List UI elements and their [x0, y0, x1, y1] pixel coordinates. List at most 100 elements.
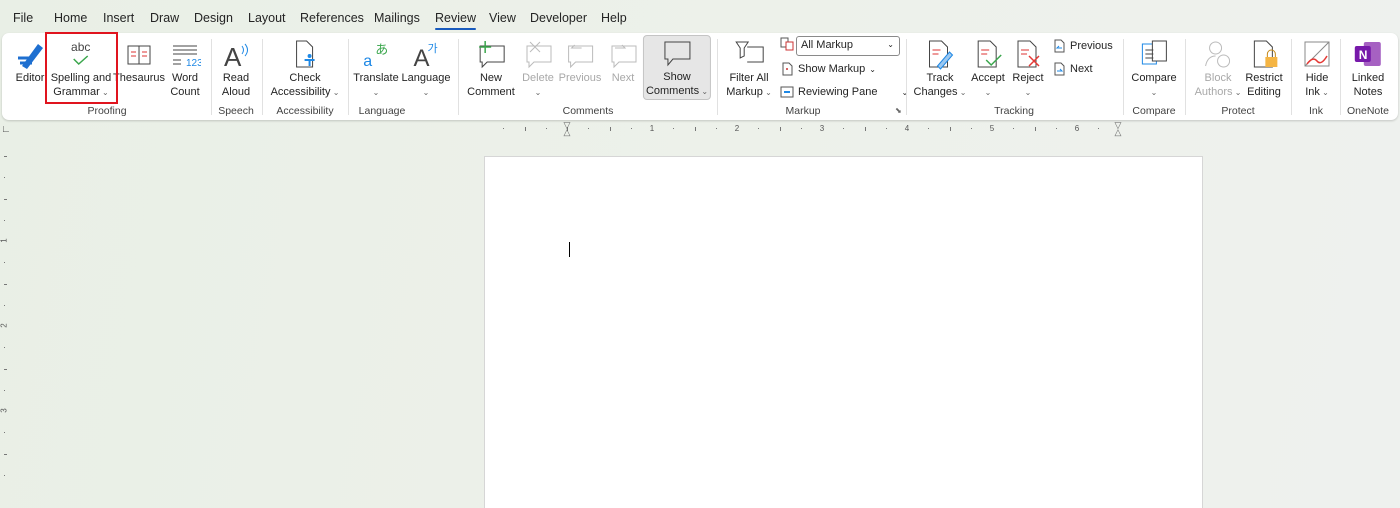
thesaurus-button[interactable]: Thesaurus — [113, 37, 165, 85]
button-label: Compare — [1131, 72, 1177, 84]
button-label: Language — [401, 72, 451, 84]
tab-stop-selector[interactable]: ∟ — [1, 124, 11, 135]
block-button[interactable]: Block Authors ⌄ — [1195, 37, 1242, 100]
group-label-accessibility: Accessibility — [276, 105, 334, 117]
button-label: Hide — [1305, 72, 1329, 84]
ruler-number: 1 — [0, 238, 9, 243]
button-label: Thesaurus — [113, 72, 165, 84]
restrict-button[interactable]: Restrict Editing — [1245, 37, 1283, 99]
button-label-text: Comments — [645, 85, 700, 97]
button-label: Accept — [971, 72, 1005, 84]
next-button[interactable]: Next — [607, 37, 639, 85]
accept-button[interactable]: Accept ⌄ — [971, 37, 1005, 100]
display-for-review-select[interactable]: All Markup ⌄ — [796, 36, 900, 56]
tab-references[interactable]: References — [300, 11, 364, 25]
language-button[interactable]: A 가 Language ⌄ — [402, 37, 451, 100]
ruler-tick — [800, 128, 802, 129]
ruler-tick — [4, 262, 5, 264]
button-label-line2: ⌄ — [522, 85, 554, 100]
markup-dialog-launcher[interactable]: ⬊ — [895, 106, 902, 115]
chevron-down-icon: ⌄ — [957, 88, 967, 97]
ruler-tick — [1013, 128, 1015, 129]
track-button[interactable]: Track Changes ⌄ — [913, 37, 967, 100]
group-divider — [1123, 39, 1124, 115]
linked-button[interactable]: N Linked Notes — [1352, 37, 1384, 99]
chevron-down-icon: ⌄ — [901, 87, 909, 97]
show-markup-button[interactable]: Show Markup ⌄ — [780, 62, 876, 76]
reject-button[interactable]: Reject ⌄ — [1012, 37, 1044, 100]
button-label-text: Editing — [1247, 86, 1281, 98]
tab-home[interactable]: Home — [54, 11, 87, 25]
translate-button[interactable]: a あ Translate ⌄ — [353, 37, 398, 100]
reviewing-pane-button[interactable]: Reviewing Pane ⌄ — [780, 85, 908, 99]
editor-button[interactable]: Editor — [14, 37, 46, 85]
ruler-tick — [588, 128, 590, 129]
chevron-down-icon: ⌄ — [1232, 88, 1242, 97]
hide-button[interactable]: Hide Ink ⌄ — [1301, 37, 1333, 100]
ruler-tick — [4, 177, 5, 179]
button-label: Block — [1204, 72, 1232, 84]
tab-help[interactable]: Help — [601, 11, 627, 25]
button-label-line2: Authors ⌄ — [1195, 85, 1242, 100]
ruler-tick — [715, 128, 717, 129]
ruler-tick — [843, 128, 845, 129]
tab-view[interactable]: View — [489, 11, 516, 25]
ruler-tick — [4, 368, 7, 370]
right-indent-marker[interactable]: ▽ △ — [1113, 121, 1123, 137]
compare-icon — [1131, 37, 1176, 71]
ruler-number: 3 — [0, 408, 9, 413]
button-label: Show — [663, 71, 691, 83]
button-label-text: Changes — [913, 86, 958, 98]
ribbon: All Markup ⌄ Show Markup ⌄ Reviewing Pane ⌄… — [2, 33, 1398, 120]
ruler-tick — [545, 128, 547, 129]
button-label-line2: Accessibility ⌄ — [271, 85, 340, 100]
tab-review[interactable]: Review — [435, 11, 476, 30]
next-change-label: Next — [1070, 63, 1093, 75]
tab-draw[interactable]: Draw — [150, 11, 179, 25]
chevron-down-icon: ⌄ — [534, 88, 542, 97]
button-label: Word — [171, 72, 199, 84]
vertical-ruler[interactable]: 1 2 3 — [0, 140, 10, 508]
translate-icon: aあ — [353, 37, 398, 71]
filter-all-button[interactable]: Filter All Markup ⌄ — [726, 37, 772, 100]
group-label-speech: Speech — [218, 105, 254, 117]
next-change-button[interactable]: Next — [1052, 62, 1093, 76]
compare-button[interactable]: Compare ⌄ — [1131, 37, 1177, 100]
read-button[interactable]: A Read Aloud — [220, 37, 252, 99]
tab-design[interactable]: Design — [194, 11, 233, 25]
tab-mailings[interactable]: Mailings — [374, 11, 420, 25]
chevron-down-icon: ⌄ — [984, 88, 992, 97]
ruler-tick — [4, 304, 5, 306]
ruler-tick — [4, 453, 7, 455]
tab-developer[interactable]: Developer — [530, 11, 587, 25]
delete-button[interactable]: Delete ⌄ — [522, 37, 554, 100]
previous-button[interactable]: Previous — [559, 37, 601, 85]
group-label-comments: Comments — [562, 105, 614, 117]
editor-pen-icon — [14, 37, 46, 71]
ruler-number: 5 — [989, 124, 995, 133]
ruler-tick — [970, 128, 972, 129]
button-label: Check — [289, 72, 321, 84]
document-page[interactable] — [484, 156, 1203, 508]
markup-view-icon — [780, 37, 794, 51]
button-label-text: Comment — [467, 86, 515, 98]
horizontal-ruler[interactable]: 1 2 3 4 5 6 ▽ △ ▽ △ — [484, 121, 1203, 137]
text-cursor — [569, 242, 570, 257]
button-label: Delete — [522, 72, 554, 84]
chevron-down-icon: ⌄ — [762, 88, 772, 97]
delete-comment-icon — [522, 37, 554, 71]
tab-insert[interactable]: Insert — [103, 11, 134, 25]
word-button[interactable]: 123 Word Count — [169, 37, 201, 99]
tab-file[interactable]: File — [13, 11, 33, 25]
new-button[interactable]: New Comment — [467, 37, 515, 99]
show-markup-icon — [782, 62, 793, 76]
check-button[interactable]: Check Accessibility ⌄ — [271, 37, 340, 100]
tab-layout[interactable]: Layout — [248, 11, 286, 25]
show-button[interactable]: Show Comments ⌄ — [642, 35, 712, 100]
svg-text:N: N — [1359, 48, 1368, 62]
left-indent-marker[interactable]: ▽ △ — [562, 121, 572, 137]
button-label-text: Notes — [1353, 86, 1383, 98]
svg-text:a: a — [363, 53, 372, 70]
group-divider — [348, 39, 349, 115]
previous-change-button[interactable]: Previous — [1052, 39, 1113, 53]
